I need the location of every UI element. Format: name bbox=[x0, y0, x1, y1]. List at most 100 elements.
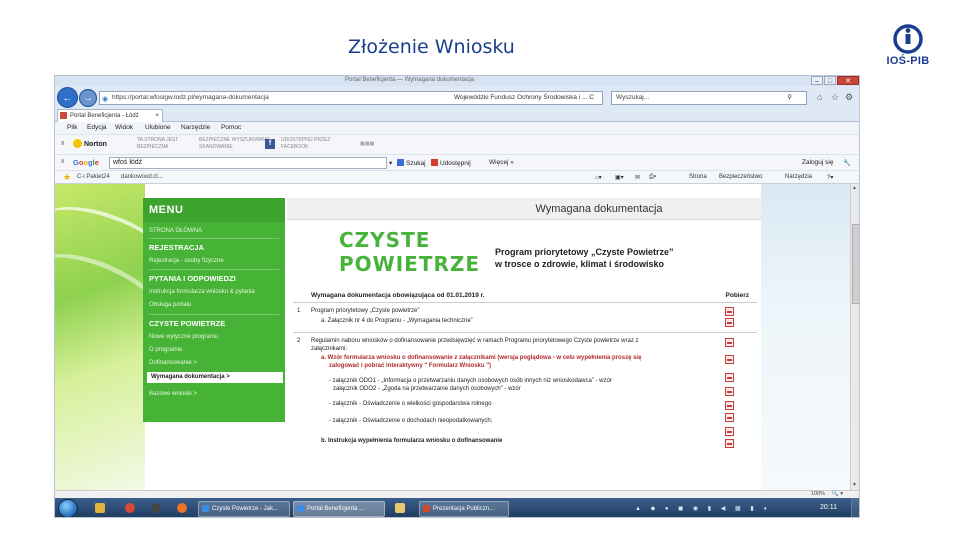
row-2-zal1b[interactable]: załącznik ODO2 - „Zgoda na przetwarzanie… bbox=[333, 386, 521, 392]
row-2-zal2[interactable]: - załącznik - Oświadczenie o wielkości g… bbox=[329, 401, 491, 407]
row-2-a-line2[interactable]: zalogować i pobrać interaktywny " Formul… bbox=[329, 363, 491, 369]
feeds-icon[interactable]: ▣▾ bbox=[615, 174, 624, 181]
wrench-icon[interactable]: 🔧 bbox=[843, 159, 851, 167]
norton-safe-site[interactable]: TA STRONA JEST BEZPIECZNA bbox=[137, 137, 178, 151]
favorite-item-1[interactable]: C-i Pakiet24 bbox=[77, 174, 110, 180]
cmd-bezpieczenstwo[interactable]: Bezpieczeństwo bbox=[719, 174, 762, 180]
sidebar-item-pytania-1[interactable]: Instrukcja formularza wniosku & pytania bbox=[149, 289, 255, 295]
scrollbar-thumb[interactable] bbox=[852, 224, 859, 304]
system-tray[interactable]: ▲ ◆ ● ◼ ◉ ▮ ◀ ▦ ▮ ◕ bbox=[635, 505, 771, 512]
folder-icon[interactable] bbox=[395, 503, 405, 513]
pdf-download-icon[interactable] bbox=[725, 318, 734, 327]
firefox-icon[interactable] bbox=[177, 503, 187, 513]
norton-share-facebook[interactable]: UDOSTĘPNIJ PRZEZ FACEBOOK bbox=[281, 137, 330, 151]
menu-edycja[interactable]: Edycja bbox=[87, 122, 107, 134]
forward-button[interactable]: → bbox=[79, 89, 97, 107]
home-icon[interactable]: ⌂ bbox=[817, 92, 822, 102]
favorite-item-2[interactable]: dankowood.cl... bbox=[121, 174, 163, 180]
start-button[interactable] bbox=[58, 499, 78, 517]
certificate-label[interactable]: Wojewódzki Fundusz Ochrony Środowiska i … bbox=[454, 92, 594, 104]
back-button[interactable]: ← bbox=[57, 87, 78, 108]
menu-pomoc[interactable]: Pomoc bbox=[221, 122, 241, 134]
google-szukaj-button[interactable]: Szukaj bbox=[397, 159, 426, 167]
sidebar-section-pytania[interactable]: PYTANIA I ODPOWIEDZI bbox=[149, 274, 236, 283]
address-url: https://portal.wfosigw.lodz.pl/wymagana-… bbox=[112, 94, 269, 101]
row-2-title: Regulamin naboru wniosków o dofinansowan… bbox=[311, 338, 639, 344]
toolbar-close-icon[interactable]: x bbox=[61, 140, 65, 147]
menu-plik[interactable]: Plik bbox=[67, 122, 77, 134]
tab-close-icon[interactable]: × bbox=[155, 110, 159, 122]
row-1-sub[interactable]: a. Załącznik nr 4 do Programu - „Wymagan… bbox=[321, 318, 473, 324]
tab-row: Portal Beneficjenta - Łódź × bbox=[55, 108, 859, 122]
search-box[interactable]: Wyszukaj... ⚲ bbox=[611, 91, 807, 105]
sidebar-section-czyste[interactable]: CZYSTE POWIETRZE bbox=[149, 319, 225, 328]
norton-check-icon bbox=[73, 139, 82, 148]
pdf-download-icon[interactable] bbox=[725, 387, 734, 396]
sidebar-item-strona-glowna[interactable]: STRONA GŁÓWNA bbox=[149, 228, 202, 234]
row-1-title[interactable]: Program priorytetowy „Czyste powietrze” bbox=[311, 308, 419, 314]
row-2-b[interactable]: b. Instrukcja wypełnienia formularza wni… bbox=[321, 438, 502, 444]
google-wiecej-button[interactable]: Więcej » bbox=[489, 159, 514, 166]
facebook-icon[interactable]: f bbox=[265, 139, 275, 149]
menu-narzedzie[interactable]: Narzędzie bbox=[181, 122, 210, 134]
maximize-button[interactable]: □ bbox=[824, 76, 836, 85]
sidebar-item-rejestracja-osoby[interactable]: Rejestracja - osoby fizyczne bbox=[149, 258, 224, 264]
row-2-zal3[interactable]: - załącznik - Oświadczenie o dochodach n… bbox=[329, 418, 492, 424]
row-2-a-line1[interactable]: a. Wzór formularza wniosku o dofinansowa… bbox=[321, 355, 641, 361]
cmd-narzedzia[interactable]: Narzędzia bbox=[785, 174, 812, 180]
pdf-download-icon[interactable] bbox=[725, 307, 734, 316]
pdf-download-icon[interactable] bbox=[725, 338, 734, 347]
pdf-download-icon[interactable] bbox=[725, 355, 734, 364]
mail-icon[interactable]: ✉ bbox=[635, 174, 640, 181]
menu-ulubione[interactable]: Ulubione bbox=[145, 122, 171, 134]
pdf-download-icon[interactable] bbox=[725, 401, 734, 410]
sidebar-item-dofinansowanie[interactable]: Dofinansowanie > bbox=[149, 360, 197, 366]
menu-widok[interactable]: Widok bbox=[115, 122, 133, 134]
close-button[interactable]: ✕ bbox=[837, 76, 859, 85]
favorites-star-icon[interactable]: ☆ bbox=[831, 92, 839, 103]
settings-gear-icon[interactable]: ⚙ bbox=[845, 92, 853, 103]
pdf-download-icon[interactable] bbox=[725, 439, 734, 448]
print-icon[interactable]: ⎙▾ bbox=[649, 174, 656, 181]
zoom-level[interactable]: 🔍 100% ▾ bbox=[811, 491, 843, 497]
chrome-icon[interactable] bbox=[125, 503, 135, 513]
norton-safe-search[interactable]: BEZPIECZNE WYSZUKIWANIE SKANOWANIE bbox=[199, 137, 271, 151]
task-czyste-powietrze[interactable]: Czyste Powietrze ‑ Jak... bbox=[198, 501, 290, 517]
google-udostepnij-button[interactable]: Udostępnij bbox=[431, 159, 471, 167]
favorites-icon[interactable]: ★ bbox=[63, 172, 71, 183]
sidebar-item-bazowe[interactable]: Bazowe wnioski > bbox=[149, 391, 197, 397]
address-bar[interactable]: ◉ https://portal.wfosigw.lodz.pl/wymagan… bbox=[99, 91, 603, 105]
norton-logo[interactable]: Norton bbox=[73, 139, 107, 148]
scroll-up-icon[interactable]: ▲ bbox=[852, 185, 857, 191]
row-2-zal1a[interactable]: - załącznik ODO1 - „Informacja o przetwa… bbox=[329, 378, 612, 384]
scroll-down-icon[interactable]: ▼ bbox=[852, 482, 857, 488]
vertical-scrollbar[interactable]: ▲ ▼ bbox=[850, 184, 859, 490]
window-title: Portal Beneficjenta — Wymagana dokumenta… bbox=[345, 77, 475, 83]
task-prezentacja[interactable]: Prezentacja Publiczn... bbox=[419, 501, 509, 517]
tab-portal-beneficjenta[interactable]: Portal Beneficjenta - Łódź × bbox=[57, 109, 163, 122]
show-desktop-button[interactable] bbox=[851, 498, 859, 517]
more-dots-icon[interactable]: ■■■ bbox=[360, 139, 375, 148]
cmd-strona[interactable]: Strona bbox=[689, 174, 707, 180]
pdf-download-icon[interactable] bbox=[725, 427, 734, 436]
pdf-download-icon[interactable] bbox=[725, 373, 734, 382]
google-zaloguj-link[interactable]: Zaloguj się bbox=[802, 159, 833, 166]
minimize-button[interactable]: – bbox=[811, 76, 823, 85]
search-icon[interactable]: ⚲ bbox=[787, 92, 792, 104]
sidebar-item-wymagana-dokumentacja[interactable]: Wymagana dokumentacja > bbox=[147, 372, 283, 383]
home-cmd-icon[interactable]: ⌂▾ bbox=[595, 174, 602, 181]
sidebar-item-czyste-1[interactable]: Nowe wytyczne programu bbox=[149, 334, 218, 340]
help-icon[interactable]: ?▾ bbox=[827, 174, 833, 181]
explorer-icon[interactable] bbox=[95, 503, 105, 513]
google-search-input[interactable]: wfoś łódź bbox=[109, 157, 387, 169]
sidebar-section-rejestracja[interactable]: REJESTRACJA bbox=[149, 243, 204, 252]
blue-background bbox=[761, 184, 850, 490]
task-portal-beneficjenta[interactable]: Portal Beneficjenta ... bbox=[293, 501, 385, 517]
sidebar-item-czyste-2[interactable]: O programie bbox=[149, 347, 182, 353]
clock[interactable]: 20:11 bbox=[820, 504, 837, 511]
sidebar-item-pytania-2[interactable]: Obsługa portalu bbox=[149, 302, 191, 308]
pdf-download-icon[interactable] bbox=[725, 413, 734, 422]
google-dropdown-icon[interactable]: ▾ bbox=[389, 159, 392, 167]
google-toolbar-close-icon[interactable]: x bbox=[61, 158, 65, 165]
media-icon[interactable] bbox=[151, 503, 161, 513]
